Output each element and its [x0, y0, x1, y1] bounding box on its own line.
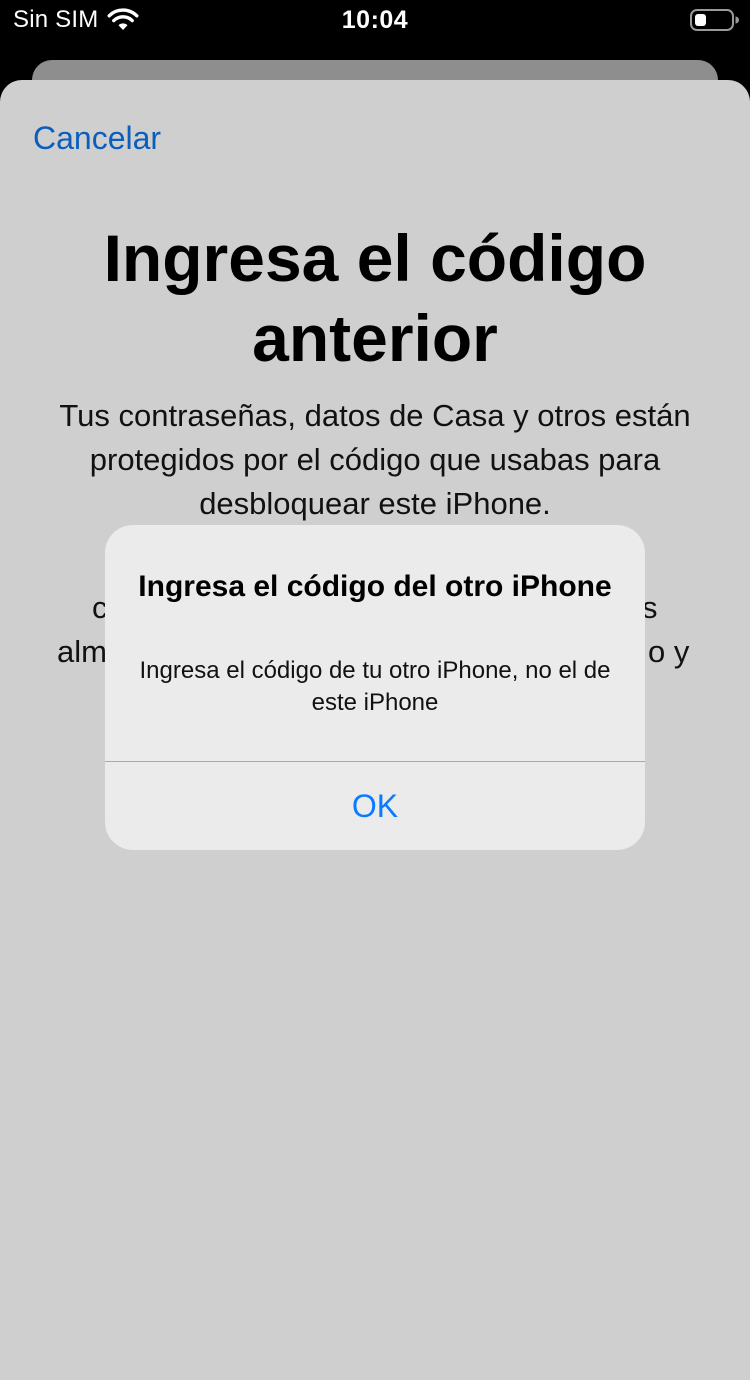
hidden-text-fragment: o y: [648, 634, 690, 669]
page-title: Ingresa el código anterior: [103, 221, 647, 375]
cancel-button[interactable]: Cancelar: [33, 118, 161, 158]
alert-title: Ingresa el código del otro iPhone: [138, 570, 612, 603]
status-bar: Sin SIM 10:04: [0, 0, 750, 40]
ok-button[interactable]: OK: [105, 762, 645, 850]
alert-dialog: Ingresa el código del otro iPhone Ingres…: [105, 525, 645, 850]
page-description: Tus contraseñas, datos de Casa y otros e…: [59, 398, 691, 521]
battery-low-icon: [690, 9, 739, 31]
hidden-text-fragment: alm: [57, 634, 107, 669]
status-time: 10:04: [341, 6, 409, 34]
alert-message: Ingresa el código de tu otro iPhone, no …: [139, 657, 611, 716]
